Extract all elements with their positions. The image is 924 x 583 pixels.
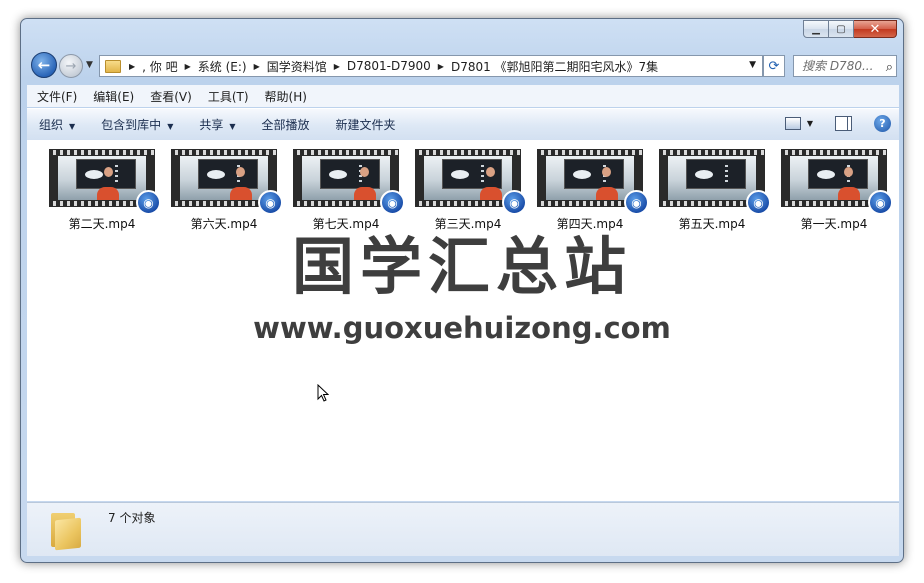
breadcrumb-chevron-icon[interactable]: ▶: [125, 62, 139, 71]
video-thumbnail: ◉: [171, 149, 283, 215]
video-badge-icon: ◉: [380, 190, 405, 215]
address-bar[interactable]: ▶ , 你 吧 ▶ 系统 (E:) ▶ 国学资料馆 ▶ D7801-D7900 …: [99, 55, 763, 77]
breadcrumb-item[interactable]: D7801-D7900: [344, 59, 434, 73]
recent-pages-chevron-icon[interactable]: ▼: [86, 60, 93, 70]
maximize-button[interactable]: ▢: [829, 20, 854, 38]
video-badge-icon: ◉: [868, 190, 893, 215]
organize-label: 组织: [39, 118, 64, 132]
menu-view[interactable]: 查看(V): [140, 88, 198, 105]
breadcrumb-chevron-icon[interactable]: ▶: [330, 62, 344, 71]
preview-pane-icon[interactable]: [835, 116, 852, 131]
video-thumbnail: ◉: [537, 149, 649, 215]
views-icon[interactable]: [784, 117, 801, 130]
file-item[interactable]: ◉ 第七天.mp4: [290, 149, 405, 232]
address-dropdown-icon[interactable]: ▼: [749, 60, 756, 70]
file-item[interactable]: ◉ 第五天.mp4: [656, 149, 771, 232]
refresh-icon[interactable]: ⟳: [763, 55, 785, 77]
video-thumbnail: ◉: [781, 149, 893, 215]
menu-file[interactable]: 文件(F): [27, 88, 83, 105]
details-pane: 7 个对象: [27, 502, 899, 556]
file-name: 第六天.mp4: [190, 217, 258, 231]
help-icon[interactable]: ?: [874, 115, 891, 132]
file-item[interactable]: ◉ 第四天.mp4: [534, 149, 649, 232]
folder-icon: [105, 59, 121, 73]
close-button[interactable]: ✕: [854, 20, 897, 38]
caption-buttons: ▁ ▢ ✕: [803, 20, 897, 38]
file-item[interactable]: ◉ 第六天.mp4: [168, 149, 283, 232]
breadcrumb-item[interactable]: 国学资料馆: [264, 58, 330, 75]
new-folder-button[interactable]: 新建文件夹: [324, 116, 410, 133]
video-thumbnail: ◉: [415, 149, 527, 215]
views-dropdown-icon[interactable]: ▼: [807, 119, 813, 128]
breadcrumb-chevron-icon[interactable]: ▶: [181, 62, 195, 71]
video-badge-icon: ◉: [258, 190, 283, 215]
watermark-url: www.guoxuehuizong.com: [253, 311, 671, 345]
search-icon[interactable]: ⌕: [886, 58, 893, 76]
menu-tools[interactable]: 工具(T): [198, 88, 255, 105]
dropdown-arrow-icon: ▼: [229, 122, 236, 131]
share-label: 共享: [199, 118, 224, 132]
file-item[interactable]: ◉ 第二天.mp4: [46, 149, 161, 232]
breadcrumb-item[interactable]: , 你 吧: [139, 58, 180, 75]
mouse-cursor-icon: [317, 384, 329, 402]
play-all-button[interactable]: 全部播放: [250, 116, 324, 133]
dropdown-arrow-icon: ▼: [167, 122, 174, 131]
navigation-bar: ← → ▼ ▶ , 你 吧 ▶ 系统 (E:) ▶ 国学资料馆 ▶ D7801-…: [29, 52, 897, 80]
item-count: 7 个对象: [108, 511, 156, 525]
menu-bar: 文件(F) 编辑(E) 查看(V) 工具(T) 帮助(H): [27, 85, 899, 107]
breadcrumb-item[interactable]: D7801 《郭旭阳第二期阳宅风水》7集: [448, 58, 661, 75]
video-thumbnail: ◉: [293, 149, 405, 215]
search-placeholder: 搜索 D780...: [802, 59, 874, 73]
minimize-button[interactable]: ▁: [803, 20, 829, 38]
video-badge-icon: ◉: [624, 190, 649, 215]
back-arrow-icon[interactable]: ←: [31, 52, 57, 78]
video-badge-icon: ◉: [136, 190, 161, 215]
breadcrumb-item[interactable]: 系统 (E:): [195, 58, 250, 75]
video-badge-icon: ◉: [746, 190, 771, 215]
menu-edit[interactable]: 编辑(E): [83, 88, 140, 105]
file-item[interactable]: ◉ 第三天.mp4: [412, 149, 527, 232]
include-library-label: 包含到库中: [101, 118, 162, 132]
video-badge-icon: ◉: [502, 190, 527, 215]
video-thumbnail: ◉: [659, 149, 771, 215]
folder-icon: [51, 513, 81, 551]
watermark-title: 国学汇总站: [291, 230, 632, 303]
file-name: 第二天.mp4: [68, 217, 136, 231]
command-bar: 组织 ▼ 包含到库中 ▼ 共享 ▼ 全部播放 新建文件夹 ▼ ?: [27, 108, 899, 141]
organize-button[interactable]: 组织 ▼: [27, 116, 89, 133]
video-thumbnail: ◉: [49, 149, 161, 215]
file-item[interactable]: ◉ 第一天.mp4: [778, 149, 893, 232]
share-button[interactable]: 共享 ▼: [187, 116, 249, 133]
breadcrumb-chevron-icon[interactable]: ▶: [250, 62, 264, 71]
forward-arrow-icon[interactable]: →: [59, 54, 83, 78]
file-name: 第五天.mp4: [678, 217, 746, 231]
breadcrumb-chevron-icon[interactable]: ▶: [434, 62, 448, 71]
menu-help[interactable]: 帮助(H): [255, 88, 313, 105]
file-name: 第一天.mp4: [800, 217, 868, 231]
search-input[interactable]: 搜索 D780... ⌕: [793, 55, 897, 77]
view-controls: ▼ ?: [784, 115, 891, 132]
include-in-library-button[interactable]: 包含到库中 ▼: [89, 116, 187, 133]
dropdown-arrow-icon: ▼: [69, 122, 76, 131]
